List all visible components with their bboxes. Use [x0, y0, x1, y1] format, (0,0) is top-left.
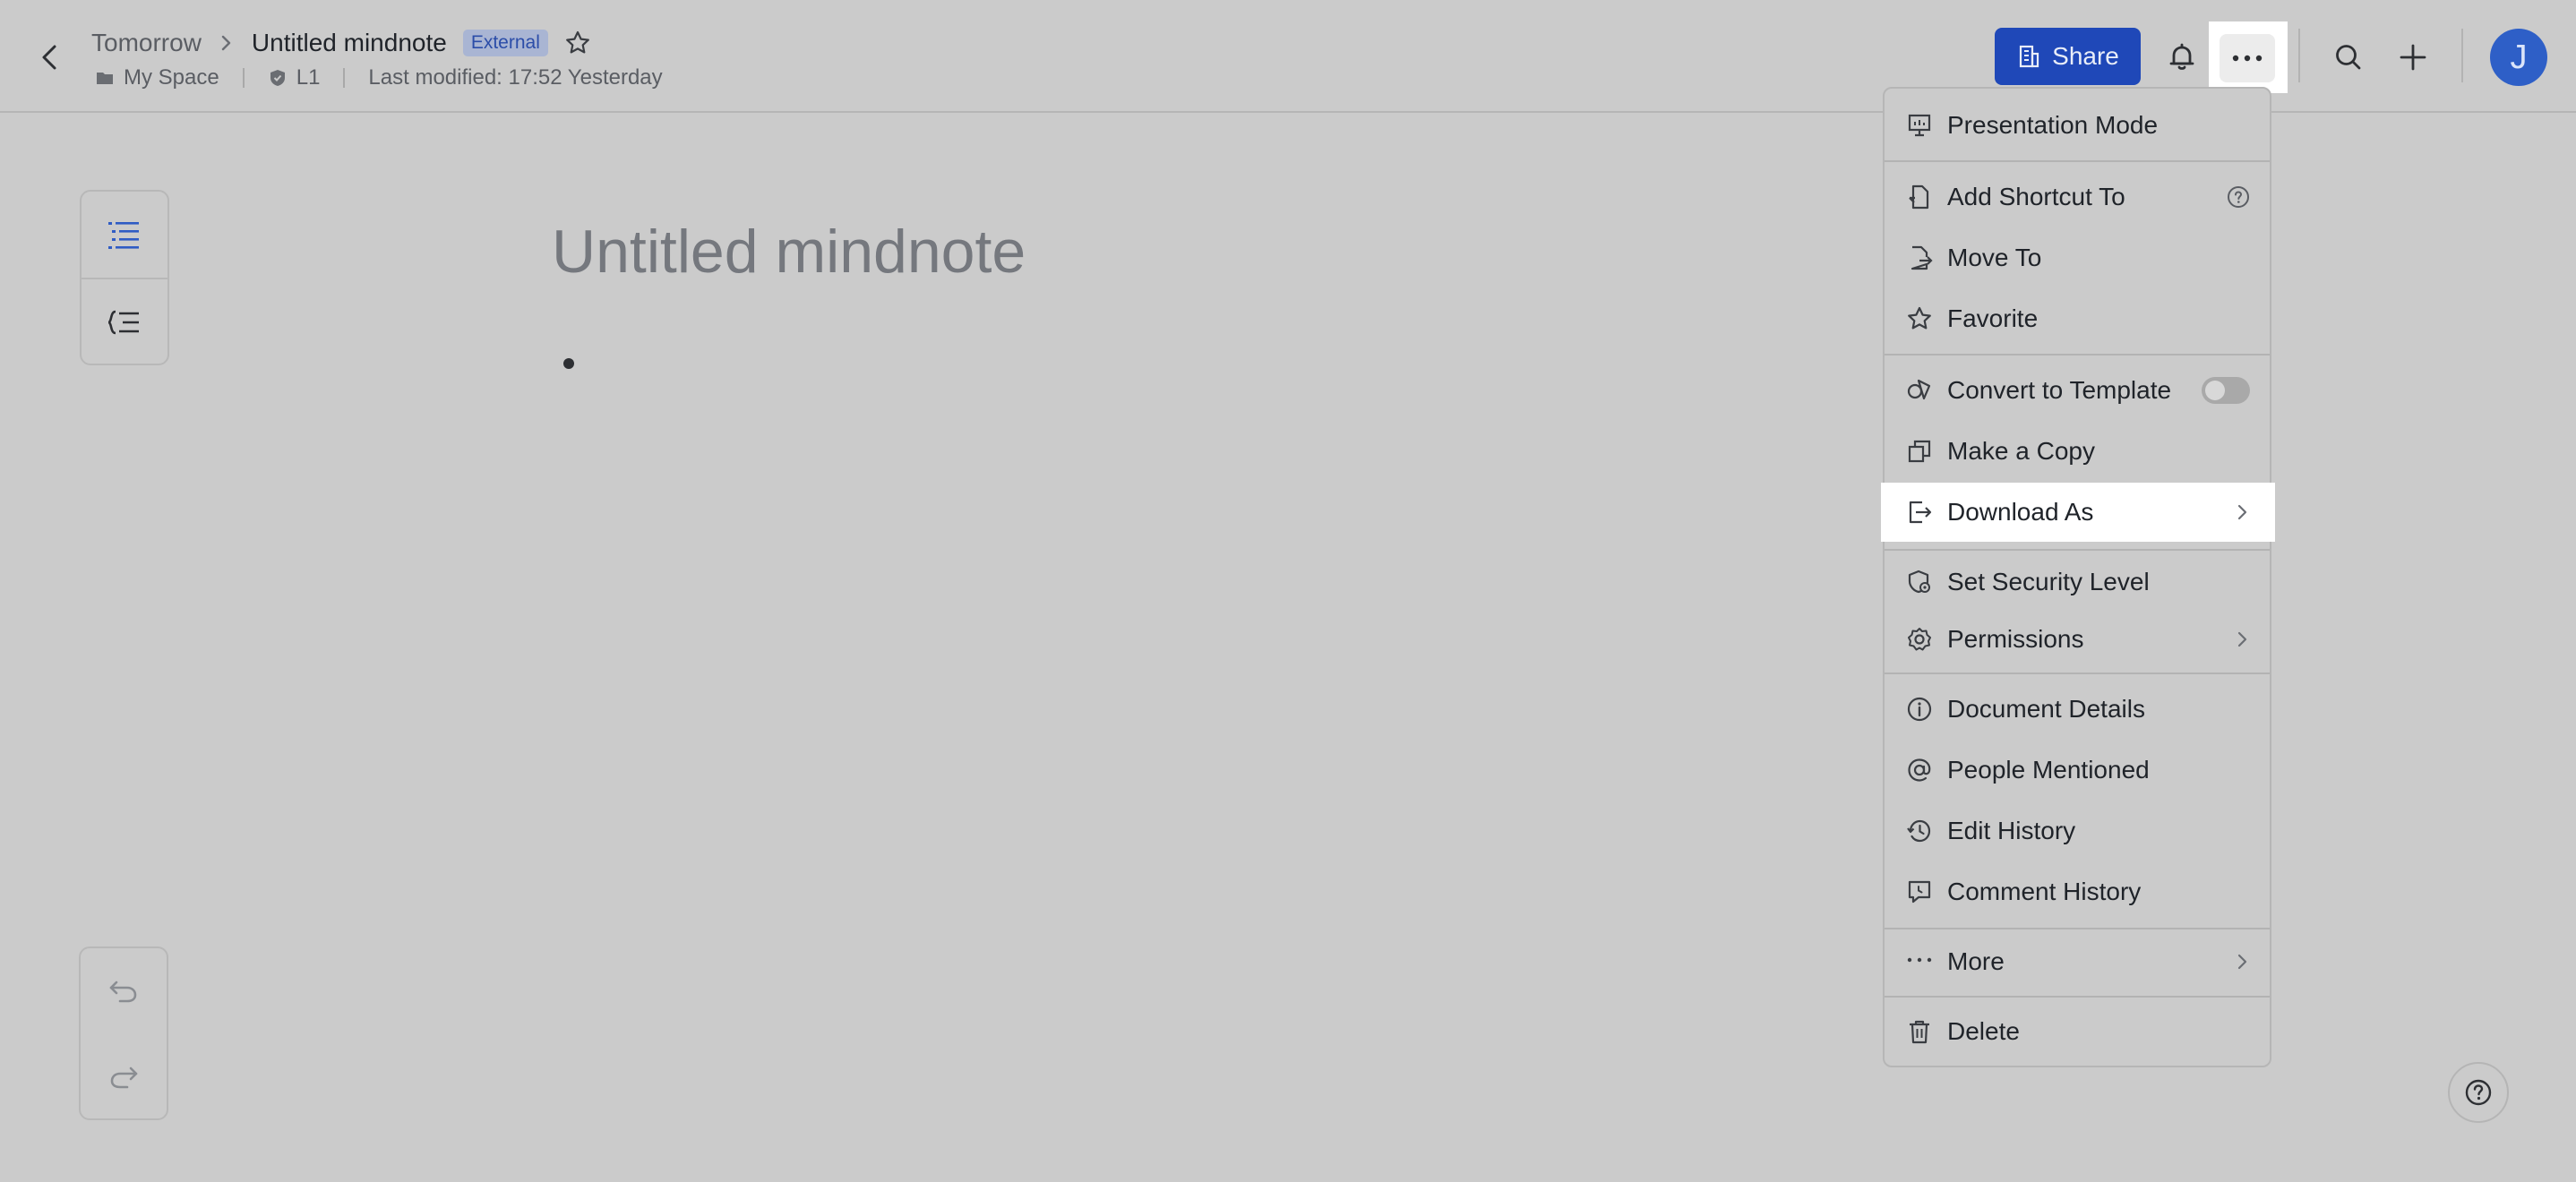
- last-modified-label: Last modified: 17:52 Yesterday: [368, 65, 663, 90]
- chevron-right-icon: [219, 32, 234, 54]
- move-icon: [1906, 244, 1933, 271]
- breadcrumb-parent[interactable]: Tomorrow: [91, 29, 202, 57]
- plus-icon[interactable]: [2395, 39, 2431, 75]
- comment-history-icon: [1906, 878, 1933, 905]
- divider: [1885, 996, 2270, 998]
- menu-item-people-mentioned[interactable]: People Mentioned: [1885, 741, 2270, 800]
- shield-icon: [268, 68, 288, 88]
- menu-item-label: Set Security Level: [1947, 568, 2150, 595]
- back-arrow-icon[interactable]: [32, 39, 68, 75]
- menu-item-label: People Mentioned: [1947, 756, 2150, 784]
- help-button[interactable]: [2448, 1062, 2509, 1123]
- divider: [1885, 928, 2270, 929]
- avatar[interactable]: J: [2490, 29, 2547, 86]
- view-toolbar: [80, 190, 169, 365]
- template-toggle[interactable]: [2202, 377, 2250, 404]
- building-icon: [2020, 45, 2039, 68]
- mindmap-view-icon[interactable]: [82, 279, 167, 365]
- menu-item-label: Comment History: [1947, 878, 2142, 905]
- location-label[interactable]: My Space: [124, 65, 219, 90]
- menu-item-permissions[interactable]: Permissions: [1885, 610, 2270, 669]
- trash-icon: [1906, 1018, 1933, 1045]
- external-badge: External: [462, 30, 548, 56]
- history-icon: [1906, 818, 1933, 844]
- menu-item-edit-history[interactable]: Edit History: [1885, 801, 2270, 861]
- divider: [2461, 29, 2463, 82]
- menu-item-comment-history[interactable]: Comment History: [1885, 862, 2270, 921]
- folder-icon: [95, 68, 115, 88]
- menu-item-label: More: [1947, 947, 2005, 975]
- divider: [2298, 29, 2300, 82]
- document-meta: My Space L1 Last modified: 17:52 Yesterd…: [95, 64, 663, 91]
- security-icon: [1906, 569, 1933, 595]
- divider: [1885, 354, 2270, 355]
- menu-item-label: Download As: [1947, 498, 2094, 526]
- shortcut-icon: [1906, 184, 1933, 210]
- share-label: Share: [2052, 42, 2119, 70]
- menu-item-label: Delete: [1947, 1017, 2020, 1045]
- menu-item-label: Permissions: [1947, 625, 2084, 653]
- chevron-right-icon: [2234, 630, 2250, 649]
- bell-icon[interactable]: [2164, 39, 2200, 75]
- more-button-highlight: [2209, 21, 2288, 93]
- menu-item-download-as[interactable]: Download As: [1881, 483, 2275, 542]
- divider: [1885, 160, 2270, 162]
- menu-item-make-a-copy[interactable]: Make a Copy: [1885, 422, 2270, 481]
- chevron-right-icon: [2234, 952, 2250, 972]
- chevron-right-icon: [2234, 502, 2250, 522]
- menu-item-label: Favorite: [1947, 304, 2039, 332]
- menu-item-document-details[interactable]: Document Details: [1885, 680, 2270, 739]
- divider: [343, 68, 346, 88]
- menu-item-label: Edit History: [1947, 817, 2076, 844]
- ellipsis-icon: [2232, 55, 2263, 62]
- menu-item-more[interactable]: More: [1885, 932, 2270, 991]
- star-icon: [1906, 305, 1933, 332]
- more-options-button[interactable]: [2220, 34, 2275, 82]
- menu-item-favorite[interactable]: Favorite: [1885, 289, 2270, 348]
- divider: [242, 68, 245, 88]
- menu-item-label: Document Details: [1947, 695, 2145, 723]
- info-icon: [1906, 696, 1933, 723]
- more-options-menu: Presentation Mode Add Shortcut To Move T…: [1881, 87, 2275, 1067]
- undo-icon[interactable]: [81, 948, 167, 1034]
- divider: [1885, 672, 2270, 674]
- outline-view-icon[interactable]: [82, 192, 167, 278]
- menu-item-presentation-mode[interactable]: Presentation Mode: [1885, 96, 2270, 155]
- share-button[interactable]: Share: [1995, 28, 2141, 85]
- security-level-label[interactable]: L1: [296, 65, 321, 90]
- menu-item-label: Move To: [1947, 244, 2042, 271]
- menu-item-label: Make a Copy: [1947, 437, 2095, 465]
- menu-item-label: Convert to Template: [1947, 376, 2172, 404]
- document-title[interactable]: Untitled mindnote: [252, 29, 447, 57]
- gear-icon: [1906, 626, 1933, 653]
- presentation-icon: [1906, 112, 1933, 139]
- question-icon: [2465, 1079, 2492, 1106]
- menu-item-label: Add Shortcut To: [1947, 183, 2125, 210]
- breadcrumb: Tomorrow Untitled mindnote External: [91, 25, 591, 61]
- favorite-star-icon[interactable]: [564, 30, 591, 56]
- search-icon[interactable]: [2331, 39, 2366, 75]
- root-node-bullet[interactable]: [563, 358, 574, 369]
- menu-item-convert-to-template[interactable]: Convert to Template: [1885, 361, 2270, 420]
- at-icon: [1906, 757, 1933, 784]
- menu-item-delete[interactable]: Delete: [1885, 1002, 2270, 1061]
- menu-item-set-security-level[interactable]: Set Security Level: [1885, 552, 2270, 612]
- menu-item-add-shortcut[interactable]: Add Shortcut To: [1885, 167, 2270, 227]
- help-circle-icon[interactable]: [2227, 185, 2250, 209]
- mindnote-title[interactable]: Untitled mindnote: [552, 217, 1026, 287]
- divider: [1885, 549, 2270, 551]
- download-icon: [1906, 499, 1933, 526]
- menu-item-move-to[interactable]: Move To: [1885, 228, 2270, 287]
- history-toolbar: [79, 946, 168, 1120]
- copy-icon: [1906, 438, 1933, 465]
- menu-item-label: Presentation Mode: [1947, 111, 2159, 139]
- redo-icon[interactable]: [81, 1034, 167, 1120]
- template-icon: [1906, 377, 1933, 404]
- ellipsis-icon: [1906, 948, 1933, 975]
